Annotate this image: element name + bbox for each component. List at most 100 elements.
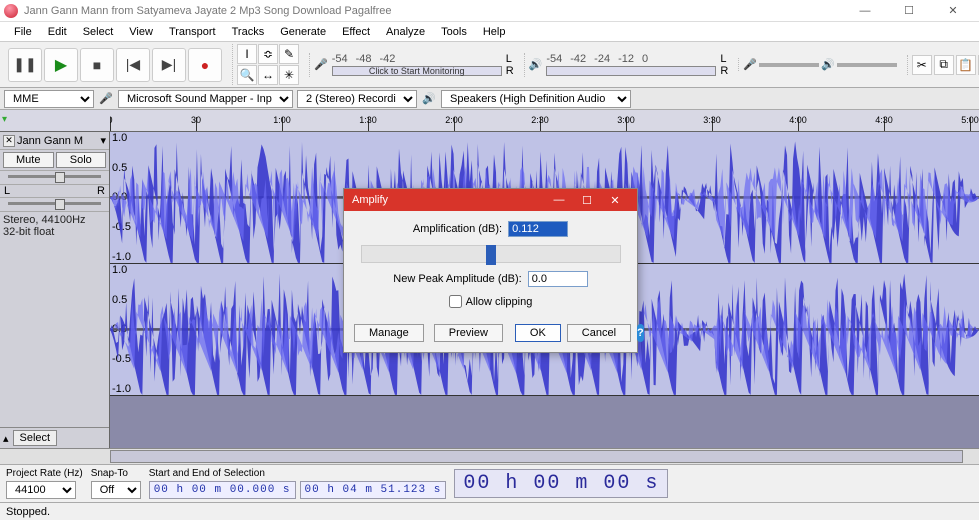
project-rate-select[interactable]: 44100 xyxy=(6,481,76,499)
record-level-bar[interactable]: Click to Start Monitoring xyxy=(332,66,502,76)
timeline-ruler[interactable]: ▾ 0301:001:302:002:303:003:304:004:305:0… xyxy=(0,110,979,132)
edit-group: ✂ ⧉ 📋 ⇥ ⟟ ↶ ↷ xyxy=(907,55,979,75)
ruler-label: 30 xyxy=(191,115,201,125)
multi-tool-icon[interactable]: ✳ xyxy=(279,65,299,85)
track-name[interactable]: Jann Gann M xyxy=(17,135,98,147)
cut-icon[interactable]: ✂ xyxy=(912,55,932,75)
amplification-slider[interactable] xyxy=(361,245,621,263)
menu-transport[interactable]: Transport xyxy=(161,24,224,40)
timeshift-tool-icon[interactable]: ↔ xyxy=(258,65,278,85)
copy-icon[interactable]: ⧉ xyxy=(934,55,954,75)
menu-tools[interactable]: Tools xyxy=(433,24,475,40)
dialog-maximize-button[interactable]: ☐ xyxy=(573,194,601,207)
record-device-select[interactable]: Microsoft Sound Mapper - Input xyxy=(118,90,293,108)
selection-tool-icon[interactable]: I xyxy=(237,44,257,64)
track-close-button[interactable]: ✕ xyxy=(3,135,15,147)
menu-view[interactable]: View xyxy=(121,24,161,40)
record-meter-hint: Click to Start Monitoring xyxy=(333,67,501,75)
playback-meter[interactable]: 🔊 -54-42-24-120 LR xyxy=(524,53,733,77)
stop-button[interactable]: ■ xyxy=(80,48,114,82)
cancel-button[interactable]: Cancel xyxy=(567,324,631,342)
peak-amplitude-label: New Peak Amplitude (dB): xyxy=(393,273,521,285)
maximize-button[interactable]: ☐ xyxy=(887,0,931,22)
minimize-button[interactable]: — xyxy=(843,0,887,22)
status-bar: Stopped. xyxy=(0,502,979,520)
gain-slider[interactable] xyxy=(8,175,101,178)
playback-level-bar[interactable] xyxy=(546,66,716,76)
ruler-label: 1:30 xyxy=(359,115,377,125)
audio-host-select[interactable]: MME xyxy=(4,90,94,108)
selection-start-field[interactable]: 00 h 00 m 00.000 s xyxy=(149,481,296,499)
manage-button[interactable]: Manage xyxy=(354,324,424,342)
dialog-title-bar[interactable]: Amplify — ☐ ✕ xyxy=(344,189,637,211)
mic-icon: 🎤 xyxy=(314,58,328,71)
record-volume-slider[interactable] xyxy=(759,63,819,67)
record-button[interactable]: ● xyxy=(188,48,222,82)
ruler-label: 0 xyxy=(110,115,113,125)
menu-effect[interactable]: Effect xyxy=(334,24,378,40)
skip-end-button[interactable]: ▶| xyxy=(152,48,186,82)
amplify-dialog: Amplify — ☐ ✕ Amplification (dB): New Pe… xyxy=(343,188,638,353)
play-button[interactable]: ▶ xyxy=(44,48,78,82)
menu-tracks[interactable]: Tracks xyxy=(224,24,273,40)
menu-analyze[interactable]: Analyze xyxy=(378,24,433,40)
menu-file[interactable]: File xyxy=(6,24,40,40)
envelope-tool-icon[interactable]: ≎ xyxy=(258,44,278,64)
menu-edit[interactable]: Edit xyxy=(40,24,75,40)
playback-device-select[interactable]: Speakers (High Definition Audio xyxy=(441,90,631,108)
ruler-label: 4:30 xyxy=(875,115,893,125)
dialog-title: Amplify xyxy=(352,194,545,206)
project-rate-label: Project Rate (Hz) xyxy=(6,468,83,479)
help-icon[interactable]: ? xyxy=(637,324,644,342)
ruler-label: 2:30 xyxy=(531,115,549,125)
amplification-input[interactable] xyxy=(508,221,568,237)
ok-button[interactable]: OK xyxy=(515,324,561,342)
zoom-tool-icon[interactable]: 🔍 xyxy=(237,65,257,85)
pan-right-label: R xyxy=(97,185,105,197)
track-menu-dropdown-icon[interactable]: ▾ xyxy=(100,134,106,147)
scrollbar-thumb[interactable] xyxy=(110,450,963,463)
solo-button[interactable]: Solo xyxy=(56,152,107,168)
preview-button[interactable]: Preview xyxy=(434,324,503,342)
menu-help[interactable]: Help xyxy=(475,24,514,40)
dialog-close-button[interactable]: ✕ xyxy=(601,194,629,207)
record-channels-select[interactable]: 2 (Stereo) Recording Chann xyxy=(297,90,417,108)
title-bar: Jann Gann Mann from Satyameva Jayate 2 M… xyxy=(0,0,979,22)
meter-scale-play: -54-42-24-120 xyxy=(546,53,716,65)
snap-select[interactable]: Off xyxy=(91,481,141,499)
toolbar: ❚❚ ▶ ■ |◀ ▶| ● I ≎ ✎ 🔍 ↔ ✳ 🎤 -54-48-42 C… xyxy=(0,42,979,88)
lr-label-play: LR xyxy=(720,53,728,77)
snap-label: Snap-To xyxy=(91,468,141,479)
allow-clipping-checkbox[interactable] xyxy=(449,295,462,308)
mic-vol-icon: 🎤 xyxy=(743,58,757,71)
pan-slider[interactable] xyxy=(8,202,101,205)
mute-button[interactable]: Mute xyxy=(3,152,54,168)
close-window-button[interactable]: ✕ xyxy=(931,0,975,22)
mic-device-icon: 🎤 xyxy=(98,92,114,105)
paste-icon[interactable]: 📋 xyxy=(956,55,976,75)
audio-position-display[interactable]: 00 h 00 m 00 s xyxy=(454,469,668,498)
app-logo-icon xyxy=(4,4,18,18)
tools-group: I ≎ ✎ 🔍 ↔ ✳ xyxy=(232,44,303,85)
pause-button[interactable]: ❚❚ xyxy=(8,48,42,82)
record-meter[interactable]: 🎤 -54-48-42 Click to Start Monitoring LR xyxy=(309,53,518,77)
track-collapse-icon[interactable]: ▴ xyxy=(3,432,9,445)
skip-start-button[interactable]: |◀ xyxy=(116,48,150,82)
ruler-label: 3:00 xyxy=(617,115,635,125)
selection-end-field[interactable]: 00 h 04 m 51.123 s xyxy=(300,481,447,499)
mixer-group: 🎤 🔊 xyxy=(738,58,900,71)
playback-volume-slider[interactable] xyxy=(837,63,897,67)
window-title: Jann Gann Mann from Satyameva Jayate 2 M… xyxy=(24,5,843,17)
ruler-label: 2:00 xyxy=(445,115,463,125)
horizontal-scrollbar[interactable] xyxy=(0,448,979,464)
menu-generate[interactable]: Generate xyxy=(272,24,334,40)
playhead-marker-icon[interactable]: ▾ xyxy=(2,114,18,125)
track-select-button[interactable]: Select xyxy=(13,430,58,446)
dialog-minimize-button[interactable]: — xyxy=(545,194,573,206)
menu-select[interactable]: Select xyxy=(75,24,122,40)
lr-label: LR xyxy=(506,53,514,77)
speaker-icon: 🔊 xyxy=(529,58,543,71)
draw-tool-icon[interactable]: ✎ xyxy=(279,44,299,64)
ruler-label: 4:00 xyxy=(789,115,807,125)
peak-amplitude-input[interactable] xyxy=(528,271,588,287)
